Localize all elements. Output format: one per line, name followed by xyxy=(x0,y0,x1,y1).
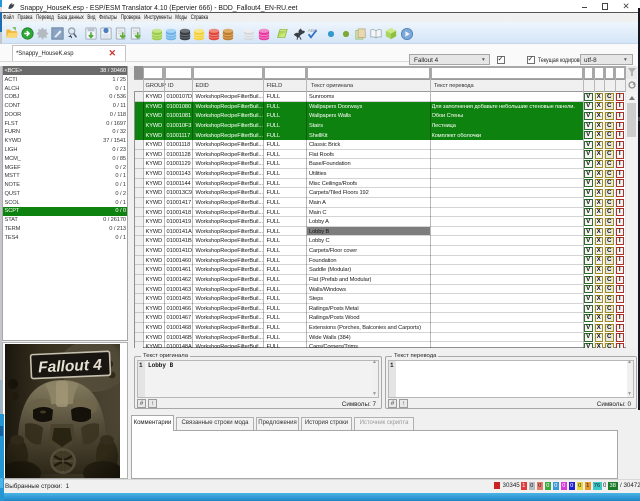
svg-text:Fallout 4: Fallout 4 xyxy=(38,356,103,376)
